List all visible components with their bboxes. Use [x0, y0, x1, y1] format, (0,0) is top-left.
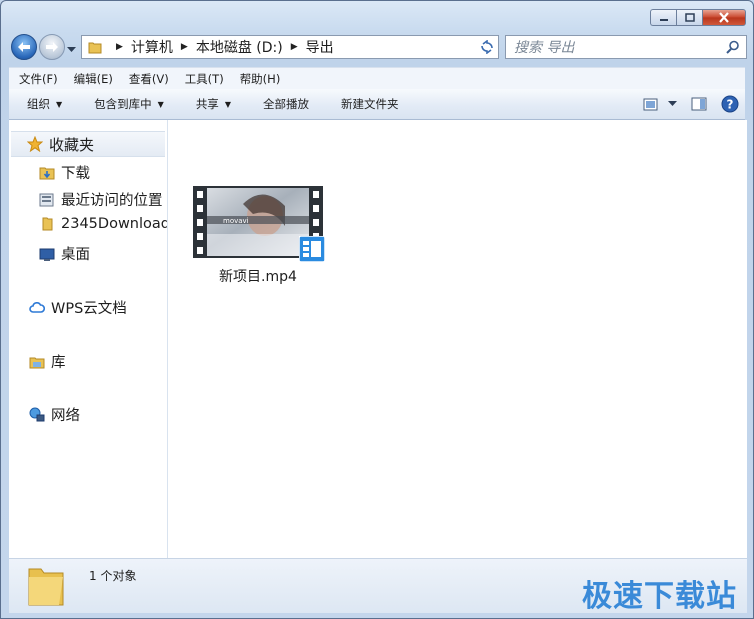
desktop-icon: [39, 246, 55, 262]
2345downloads-label: 2345Downloads: [61, 216, 168, 232]
breadcrumb-separator-icon[interactable]: ▶: [181, 42, 188, 52]
window-controls: [650, 9, 746, 26]
play-all-button[interactable]: 全部播放: [245, 96, 323, 112]
menu-help[interactable]: 帮助(H): [230, 71, 287, 87]
address-bar[interactable]: ▶ 计算机 ▶ 本地磁盘 (D:) ▶ 导出: [81, 35, 499, 59]
include-in-library-button[interactable]: 包含到库中 ▼: [76, 96, 178, 112]
chevron-down-icon: ▼: [157, 99, 164, 109]
new-folder-label: 新建文件夹: [340, 97, 399, 111]
include-in-library-label: 包含到库中: [94, 97, 152, 111]
arrow-right-icon: [46, 42, 58, 52]
share-label: 共享: [195, 97, 219, 111]
folder-icon: [88, 42, 102, 54]
item-count: 1 个对象: [89, 569, 137, 583]
chevron-down-icon: [67, 47, 76, 52]
library-label: 库: [51, 355, 66, 371]
file-name: 新项目.mp4: [219, 269, 297, 285]
watermark-logo: 极速下载站: [582, 579, 737, 614]
content-area: 收藏夹 下载 最近访问的位置 2345Downloads 桌面 WPS云文档 库…: [9, 120, 747, 558]
file-item[interactable]: movavi 新项目.mp4: [190, 186, 326, 286]
play-all-label: 全部播放: [262, 97, 309, 111]
menu-edit[interactable]: 编辑(E): [64, 71, 119, 87]
details-pane: 1 个对象 极速下载站: [9, 558, 747, 614]
sidebar-item-wps-cloud[interactable]: WPS云文档: [29, 297, 127, 318]
video-app-badge-icon: [299, 236, 325, 262]
breadcrumb-drive-d[interactable]: 本地磁盘 (D:): [196, 37, 283, 57]
menu-file[interactable]: 文件(F): [9, 71, 64, 87]
chevron-down-icon: [668, 101, 677, 106]
sidebar-item-desktop[interactable]: 桌面: [39, 243, 90, 264]
file-list[interactable]: movavi 新项目.mp4: [168, 120, 747, 558]
search-icon[interactable]: [726, 40, 740, 54]
search-input[interactable]: 搜索 导出: [505, 35, 747, 59]
network-icon: [29, 407, 45, 423]
favorites-label: 收藏夹: [49, 135, 95, 154]
maximize-icon: [684, 13, 695, 22]
recent-places-label: 最近访问的位置: [61, 193, 163, 209]
organize-label: 组织: [27, 97, 50, 111]
maximize-button[interactable]: [676, 9, 702, 26]
menu-bar: 文件(F) 编辑(E) 查看(V) 工具(T) 帮助(H): [9, 67, 745, 89]
sidebar-item-library[interactable]: 库: [29, 351, 66, 372]
sidebar-item-recent-places[interactable]: 最近访问的位置: [39, 189, 163, 210]
close-button[interactable]: [702, 9, 746, 26]
recent-places-icon: [39, 192, 55, 208]
help-icon[interactable]: ?: [721, 95, 739, 113]
search-placeholder: 搜索 导出: [514, 40, 575, 56]
sidebar-item-downloads[interactable]: 下载: [39, 162, 90, 183]
minimize-button[interactable]: [650, 9, 676, 26]
view-controls: ?: [643, 95, 739, 113]
library-icon: [29, 354, 45, 370]
back-button[interactable]: [11, 34, 37, 60]
refresh-button[interactable]: [475, 35, 499, 59]
breadcrumb-separator-icon[interactable]: ▶: [116, 42, 123, 52]
change-view-button[interactable]: [643, 98, 677, 111]
folder-large-icon: [28, 568, 64, 606]
view-icon: [643, 98, 658, 110]
downloads-label: 下载: [61, 166, 90, 182]
refresh-icon: [480, 40, 493, 54]
share-button[interactable]: 共享 ▼: [178, 96, 245, 112]
breadcrumb-export[interactable]: 导出: [306, 37, 334, 57]
recent-pages-dropdown[interactable]: [67, 42, 76, 56]
command-bar: 组织 ▼ 包含到库中 ▼ 共享 ▼ 全部播放 新建文件夹 ?: [9, 89, 745, 120]
arrow-left-icon: [18, 42, 30, 52]
chevron-down-icon: ▼: [224, 99, 231, 109]
breadcrumb-separator-icon[interactable]: ▶: [291, 42, 298, 52]
close-icon: [719, 12, 729, 23]
chevron-down-icon: ▼: [56, 99, 63, 109]
video-thumbnail: movavi: [193, 186, 325, 262]
explorer-window: ▶ 计算机 ▶ 本地磁盘 (D:) ▶ 导出 搜索 导出 文件(F) 编辑(E)…: [0, 0, 754, 619]
star-icon: [27, 136, 43, 152]
folder-icon: [39, 216, 55, 232]
forward-button[interactable]: [39, 34, 65, 60]
desktop-label: 桌面: [61, 247, 90, 263]
thumb-brand: movavi: [223, 217, 249, 225]
breadcrumb-computer[interactable]: 计算机: [131, 37, 173, 57]
menu-view[interactable]: 查看(V): [119, 71, 175, 87]
navigation-pane[interactable]: 收藏夹 下载 最近访问的位置 2345Downloads 桌面 WPS云文档 库…: [9, 120, 168, 558]
downloads-folder-icon: [39, 165, 55, 181]
organize-button[interactable]: 组织 ▼: [9, 96, 76, 112]
navigation-bar: ▶ 计算机 ▶ 本地磁盘 (D:) ▶ 导出 搜索 导出: [9, 33, 747, 61]
sidebar-item-2345downloads[interactable]: 2345Downloads: [39, 216, 168, 232]
wps-cloud-label: WPS云文档: [51, 301, 127, 317]
svg-text:?: ?: [727, 98, 734, 112]
network-label: 网络: [51, 408, 80, 424]
cloud-icon: [29, 300, 45, 316]
preview-pane-icon[interactable]: [691, 97, 707, 111]
sidebar-item-favorites[interactable]: 收藏夹: [11, 131, 165, 157]
menu-tools[interactable]: 工具(T): [175, 71, 230, 87]
sidebar-item-network[interactable]: 网络: [29, 404, 80, 425]
new-folder-button[interactable]: 新建文件夹: [323, 96, 413, 112]
minimize-icon: [659, 18, 668, 21]
